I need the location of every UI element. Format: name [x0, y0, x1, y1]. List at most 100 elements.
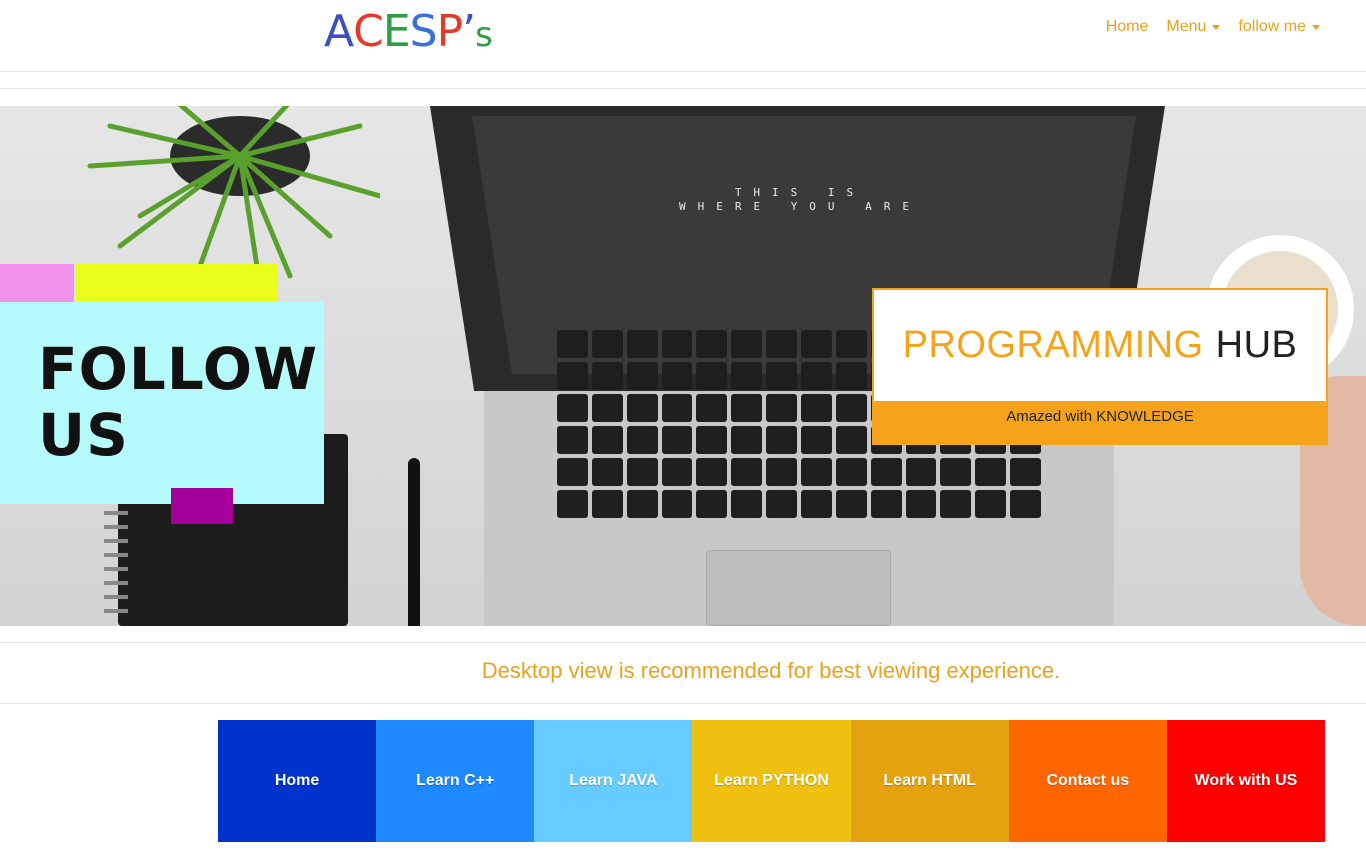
keyboard-key	[557, 458, 588, 486]
keyboard-key	[835, 426, 867, 454]
hub-title-word-2: HUB	[1215, 324, 1298, 366]
pen-image	[408, 458, 420, 626]
keyboard-key	[835, 394, 867, 422]
keyboard-key	[975, 458, 1007, 486]
keyboard-key	[731, 362, 763, 390]
keyboard-key	[731, 426, 763, 454]
keyboard-key	[801, 426, 832, 454]
follow-line-1: FOLLOW	[38, 335, 319, 403]
nav-tile-learn-c[interactable]: Learn C++	[376, 720, 535, 842]
nav-tile-home[interactable]: Home	[218, 720, 377, 842]
keyboard-key	[1010, 458, 1041, 486]
keyboard-key	[696, 394, 728, 422]
laptop-trackpad	[706, 550, 891, 626]
divider	[0, 703, 1366, 704]
nav-links: Home Menu follow me	[1106, 18, 1320, 36]
keyboard-key	[801, 458, 832, 486]
divider	[0, 88, 1366, 89]
nav-follow-label: follow me	[1238, 18, 1306, 35]
keyboard-key	[801, 330, 832, 358]
keyboard-key	[557, 490, 588, 518]
logo-letter: P	[436, 6, 464, 57]
sticky-note-pink	[0, 264, 74, 302]
keyboard-key	[591, 426, 623, 454]
logo-letter: C	[353, 6, 384, 57]
keyboard-key	[591, 458, 623, 486]
keyboard-key	[661, 330, 693, 358]
keyboard-key	[766, 394, 797, 422]
logo-letter: ’	[462, 6, 476, 57]
keyboard-key	[661, 394, 693, 422]
keyboard-key	[591, 394, 623, 422]
nav-tile-learn-java[interactable]: Learn JAVA	[534, 720, 693, 842]
hero-banner: THIS IS WHERE YOU ARE FOLLOW US PROGRAMM…	[0, 106, 1366, 626]
nav-menu-dropdown[interactable]: Menu	[1166, 18, 1221, 36]
keyboard-key	[766, 490, 797, 518]
logo-letter: E	[382, 6, 411, 57]
keyboard-key	[835, 490, 867, 518]
keyboard-key	[626, 362, 658, 390]
keyboard-key	[626, 458, 658, 486]
keyboard-key	[801, 394, 832, 422]
keyboard-key	[557, 362, 588, 390]
keyboard-key	[731, 330, 763, 358]
nav-tiles: Home Learn C++ Learn JAVA Learn PYTHON Learn…	[218, 720, 1325, 842]
keyboard-key	[591, 362, 623, 390]
keyboard-key	[940, 490, 972, 518]
nav-tile-work-with-us[interactable]: Work with US	[1166, 720, 1325, 842]
keyboard-key	[661, 458, 693, 486]
laptop-screen-text: THIS IS WHERE YOU ARE	[590, 186, 1010, 214]
keyboard-key	[731, 490, 763, 518]
keyboard-key	[696, 490, 728, 518]
keyboard-key	[766, 426, 797, 454]
keyboard-key	[626, 490, 658, 518]
logo-letter: S	[409, 6, 438, 57]
nav-tile-learn-python[interactable]: Learn PYTHON	[692, 720, 851, 842]
keyboard-key	[696, 426, 728, 454]
nav-home-link[interactable]: Home	[1106, 18, 1149, 36]
keyboard-key	[731, 458, 763, 486]
keyboard-key	[940, 458, 972, 486]
keyboard-key	[591, 330, 623, 358]
hub-title-word-1: PROGRAMMING	[902, 324, 1204, 366]
keyboard-key	[766, 362, 797, 390]
nav-home-label: Home	[1105, 18, 1149, 35]
keyboard-key	[696, 330, 728, 358]
nav-tile-learn-html[interactable]: Learn HTML	[850, 720, 1009, 842]
keyboard-key	[661, 362, 693, 390]
keyboard-key	[835, 330, 867, 358]
hub-tagline: Amazed with KNOWLEDGE	[1006, 408, 1194, 425]
keyboard-key	[975, 490, 1007, 518]
keyboard-key	[661, 490, 693, 518]
follow-us-text: FOLLOW US	[38, 336, 318, 468]
logo-letter: s	[475, 15, 493, 55]
keyboard-key	[591, 490, 623, 518]
keyboard-key	[626, 330, 658, 358]
sticky-note-magenta	[171, 488, 233, 524]
keyboard-key	[801, 362, 832, 390]
screen-line-2: WHERE YOU ARE	[678, 200, 922, 213]
keyboard-key	[766, 330, 797, 358]
keyboard-key	[696, 362, 728, 390]
keyboard-key	[731, 394, 763, 422]
hub-title: PROGRAMMING HUB	[874, 290, 1326, 401]
keyboard-key	[661, 426, 693, 454]
nav-menu-label: Menu	[1166, 18, 1207, 35]
keyboard-key	[835, 458, 867, 486]
top-navbar: ACESP’s Home Menu follow me	[0, 0, 1366, 72]
keyboard-key	[626, 426, 658, 454]
keyboard-key	[626, 394, 658, 422]
keyboard-key	[905, 490, 937, 518]
nav-tile-contact-us[interactable]: Contact us	[1008, 720, 1167, 842]
sticky-note-yellow	[76, 264, 278, 302]
programming-hub-card: PROGRAMMING HUB Amazed with KNOWLEDGE	[872, 288, 1328, 445]
screen-line-1: THIS IS	[734, 186, 866, 199]
keyboard-key	[766, 458, 797, 486]
keyboard-key	[557, 426, 588, 454]
keyboard-key	[557, 330, 588, 358]
site-logo[interactable]: ACESP’s	[324, 4, 493, 63]
keyboard-key	[870, 490, 902, 518]
divider	[0, 642, 1366, 643]
logo-letter: A	[324, 6, 354, 57]
nav-follow-dropdown[interactable]: follow me	[1238, 18, 1320, 36]
